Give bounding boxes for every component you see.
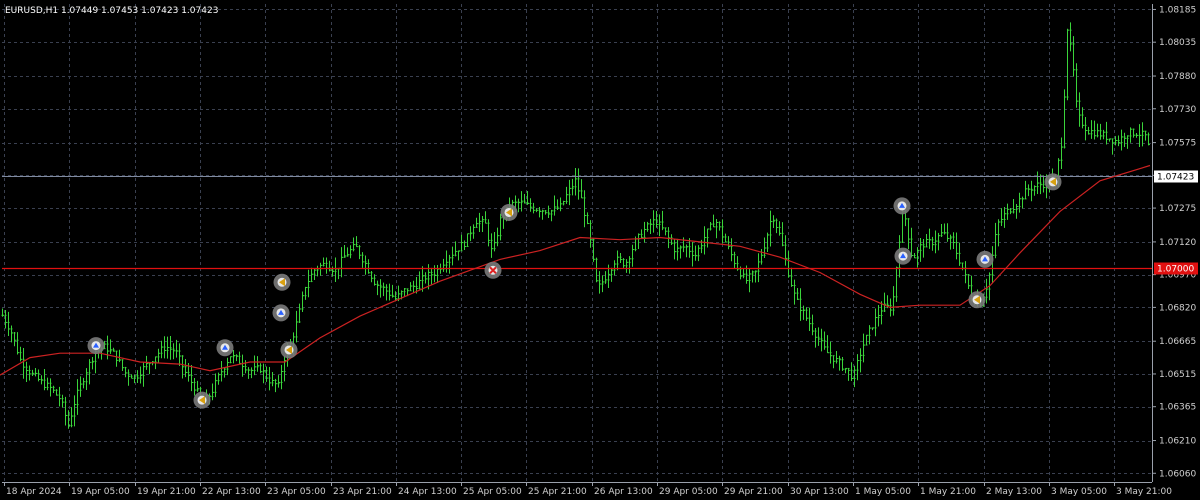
signal-marker — [273, 273, 291, 291]
price-chart[interactable]: 1.08185 1.08035 1.07880 1.07730 1.07575 1.074… — [0, 0, 1200, 500]
signal-marker — [968, 291, 986, 309]
time-tick-label: 23 Apr 05:00 — [267, 487, 326, 497]
signal-marker — [893, 197, 911, 215]
price-tick-label: 1.06515 — [1159, 370, 1196, 380]
signal-marker — [216, 339, 234, 357]
chart-header: EURUSD,H1 1.07449 1.07453 1.07423 1.0742… — [5, 6, 218, 16]
price-tick-label: 1.07275 — [1159, 204, 1196, 214]
time-tick-label: 26 Apr 13:00 — [594, 487, 653, 497]
time-tick-label: 3 May 21:00 — [1116, 487, 1172, 497]
time-tick-label: 25 Apr 21:00 — [528, 487, 587, 497]
time-tick-label: 22 Apr 13:00 — [202, 487, 261, 497]
time-tick-label: 23 Apr 21:00 — [333, 487, 392, 497]
signal-marker — [484, 261, 502, 279]
time-tick-label: 1 May 05:00 — [855, 487, 911, 497]
price-tick-label: 1.06210 — [1159, 437, 1196, 447]
time-tick-label: 2 May 13:00 — [986, 487, 1042, 497]
time-tick-label: 19 Apr 21:00 — [137, 487, 196, 497]
price-tick-label: 1.06365 — [1159, 403, 1196, 413]
time-tick-label: 24 Apr 13:00 — [398, 487, 457, 497]
current-price-label: 1.07423 — [1157, 173, 1194, 183]
time-tick-label: 19 Apr 05:00 — [71, 487, 130, 497]
time-tick-label: 25 Apr 05:00 — [463, 487, 522, 497]
time-tick-label: 29 Apr 05:00 — [659, 487, 718, 497]
chart-background — [0, 0, 1200, 500]
time-tick-label: 1 May 21:00 — [920, 487, 976, 497]
signal-marker — [500, 203, 518, 221]
signal-marker — [976, 250, 994, 268]
signal-marker — [272, 304, 290, 322]
price-tick-label: 1.07575 — [1159, 139, 1196, 149]
signal-marker — [894, 247, 912, 265]
signal-marker — [193, 391, 211, 409]
level-price-label: 1.07000 — [1157, 265, 1194, 275]
price-tick-label: 1.08035 — [1159, 38, 1196, 48]
price-tick-label: 1.08185 — [1159, 5, 1196, 15]
price-tick-label: 1.07730 — [1159, 105, 1196, 115]
signal-marker — [280, 341, 298, 359]
time-tick-label: 29 Apr 21:00 — [724, 487, 783, 497]
time-tick-label: 18 Apr 2024 — [6, 487, 62, 497]
price-tick-label: 1.06665 — [1159, 337, 1196, 347]
time-tick-label: 30 Apr 13:00 — [790, 487, 849, 497]
price-tick-label: 1.07120 — [1159, 238, 1196, 248]
price-tick-label: 1.06820 — [1159, 303, 1196, 313]
signal-marker — [87, 337, 105, 355]
time-tick-label: 3 May 05:00 — [1051, 487, 1107, 497]
price-tick-label: 1.06060 — [1159, 469, 1196, 479]
price-tick-label: 1.07880 — [1159, 72, 1196, 82]
signal-marker — [1044, 173, 1062, 191]
